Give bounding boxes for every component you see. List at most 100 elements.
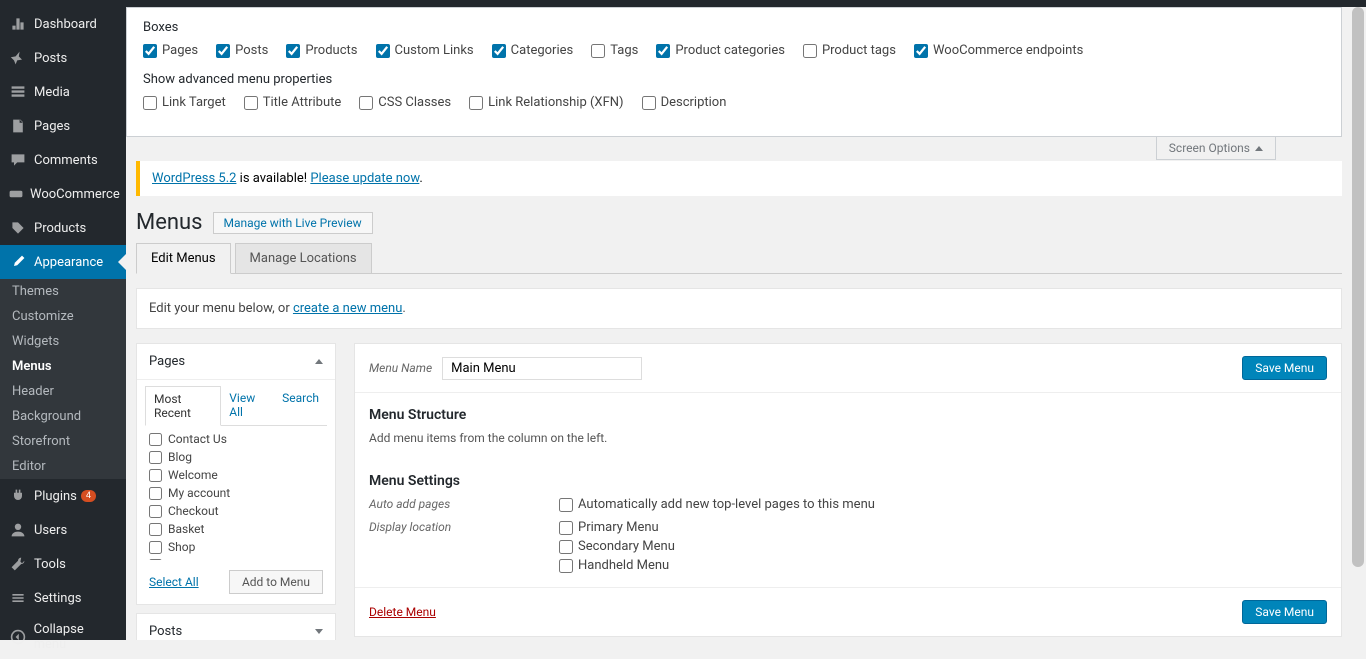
page-list[interactable]: Contact UsBlogWelcomeMy accountCheckoutB… (145, 430, 327, 560)
user-icon (8, 520, 28, 540)
select-all-link[interactable]: Select All (149, 575, 199, 589)
plug-icon (8, 486, 28, 506)
location-secondary-menu[interactable]: Secondary Menu (559, 539, 675, 554)
auto-add-label: Auto add pages (369, 497, 559, 511)
posts-accordion: Posts (136, 613, 336, 640)
edit-hint: Edit your menu below, or create a new me… (136, 288, 1342, 329)
checkbox-link-target[interactable]: Link Target (143, 95, 226, 110)
submenu-widgets[interactable]: Widgets (0, 329, 126, 354)
wordpress-version-link[interactable]: WordPress 5.2 (152, 171, 236, 186)
page-item[interactable]: Blog (145, 448, 327, 466)
auto-add-checkbox[interactable]: Automatically add new top-level pages to… (559, 497, 875, 512)
submenu-customize[interactable]: Customize (0, 304, 126, 329)
checkbox-link-relationship-(xfn)[interactable]: Link Relationship (XFN) (469, 95, 623, 110)
tab-edit-menus[interactable]: Edit Menus (136, 243, 231, 274)
collapse-icon (8, 627, 28, 647)
page-item[interactable]: My account (145, 484, 327, 502)
checkbox-products[interactable]: Products (286, 43, 357, 58)
screen-options-panel: Boxes Pages Posts Products Custom Links Cate… (126, 7, 1342, 137)
sidebar-item-woocommerce[interactable]: WooCommerce (0, 177, 126, 211)
menu-name-input[interactable] (442, 357, 642, 380)
menu-settings-title: Menu Settings (369, 473, 1327, 489)
display-location-label: Display location (369, 520, 559, 534)
checkbox-woocommerce-endpoints[interactable]: WooCommerce endpoints (914, 43, 1083, 58)
menu-structure-hint: Add menu items from the column on the le… (369, 431, 1327, 445)
delete-menu-link[interactable]: Delete Menu (369, 605, 436, 619)
sidebar-item-plugins[interactable]: Plugins4 (0, 479, 126, 513)
sidebar-item-products[interactable]: Products (0, 211, 126, 245)
product-icon (8, 218, 28, 238)
checkbox-product-categories[interactable]: Product categories (656, 43, 785, 58)
checkbox-posts[interactable]: Posts (216, 43, 268, 58)
page-item[interactable]: Sample Page (145, 556, 327, 560)
create-menu-link[interactable]: create a new menu (293, 301, 402, 316)
pin-icon (8, 48, 28, 68)
sidebar-item-users[interactable]: Users (0, 513, 126, 547)
badge: 4 (81, 490, 96, 502)
pages-accordion: Pages Most RecentView AllSearch Contact … (136, 343, 336, 605)
checkbox-css-classes[interactable]: CSS Classes (359, 95, 451, 110)
checkbox-product-tags[interactable]: Product tags (803, 43, 896, 58)
advanced-title: Show advanced menu properties (143, 72, 1325, 87)
sidebar-item-collapse-menu[interactable]: Collapse menu (0, 615, 126, 659)
mini-tab-most-recent[interactable]: Most Recent (145, 386, 221, 426)
sidebar-item-settings[interactable]: Settings (0, 581, 126, 615)
chevron-up-icon (315, 359, 323, 364)
pages-icon (8, 116, 28, 136)
chevron-up-icon (1255, 146, 1263, 151)
boxes-title: Boxes (143, 20, 1325, 35)
checkbox-categories[interactable]: Categories (492, 43, 574, 58)
submenu-background[interactable]: Background (0, 404, 126, 429)
submenu-editor[interactable]: Editor (0, 454, 126, 479)
page-item[interactable]: Basket (145, 520, 327, 538)
sidebar-item-pages[interactable]: Pages (0, 109, 126, 143)
menu-structure-title: Menu Structure (369, 407, 1327, 423)
location-handheld-menu[interactable]: Handheld Menu (559, 558, 675, 573)
brush-icon (8, 252, 28, 272)
location-primary-menu[interactable]: Primary Menu (559, 520, 675, 535)
save-menu-button-bottom[interactable]: Save Menu (1242, 600, 1327, 624)
mini-tab-search[interactable]: Search (274, 386, 327, 425)
checkbox-pages[interactable]: Pages (143, 43, 198, 58)
checkbox-tags[interactable]: Tags (591, 43, 638, 58)
sidebar-item-comments[interactable]: Comments (0, 143, 126, 177)
menu-editor: Menu Name Save Menu Menu Structure Add m… (354, 343, 1342, 637)
update-notice: WordPress 5.2 is available! Please updat… (136, 161, 1342, 196)
checkbox-title-attribute[interactable]: Title Attribute (244, 95, 342, 110)
submenu-storefront[interactable]: Storefront (0, 429, 126, 454)
sidebar-item-dashboard[interactable]: Dashboard (0, 7, 126, 41)
scrollbar[interactable] (1350, 7, 1366, 640)
sidebar-item-appearance[interactable]: Appearance (0, 245, 126, 279)
screen-options-toggle[interactable]: Screen Options (1156, 137, 1276, 160)
chevron-down-icon (315, 629, 323, 634)
checkbox-description[interactable]: Description (642, 95, 727, 110)
admin-sidebar: DashboardPostsMediaPagesCommentsWooComme… (0, 7, 126, 640)
page-item[interactable]: Welcome (145, 466, 327, 484)
settings-icon (8, 588, 28, 608)
submenu-menus[interactable]: Menus (0, 354, 126, 379)
media-icon (8, 82, 28, 102)
menu-name-label: Menu Name (369, 361, 432, 375)
page-title: Menus (136, 210, 203, 235)
dashboard-icon (8, 14, 28, 34)
tool-icon (8, 554, 28, 574)
comment-icon (8, 150, 28, 170)
live-preview-button[interactable]: Manage with Live Preview (213, 212, 373, 234)
woo-icon (8, 184, 24, 204)
update-now-link[interactable]: Please update now (310, 171, 419, 186)
pages-accordion-header[interactable]: Pages (137, 344, 335, 379)
sidebar-item-posts[interactable]: Posts (0, 41, 126, 75)
sidebar-item-tools[interactable]: Tools (0, 547, 126, 581)
page-item[interactable]: Shop (145, 538, 327, 556)
tab-manage-locations[interactable]: Manage Locations (235, 243, 372, 274)
submenu-header[interactable]: Header (0, 379, 126, 404)
submenu-themes[interactable]: Themes (0, 279, 126, 304)
sidebar-item-media[interactable]: Media (0, 75, 126, 109)
checkbox-custom-links[interactable]: Custom Links (376, 43, 474, 58)
page-item[interactable]: Checkout (145, 502, 327, 520)
page-item[interactable]: Contact Us (145, 430, 327, 448)
mini-tab-view-all[interactable]: View All (221, 386, 274, 425)
save-menu-button-top[interactable]: Save Menu (1242, 356, 1327, 380)
add-to-menu-button[interactable]: Add to Menu (229, 570, 323, 594)
posts-accordion-header[interactable]: Posts (137, 614, 335, 640)
